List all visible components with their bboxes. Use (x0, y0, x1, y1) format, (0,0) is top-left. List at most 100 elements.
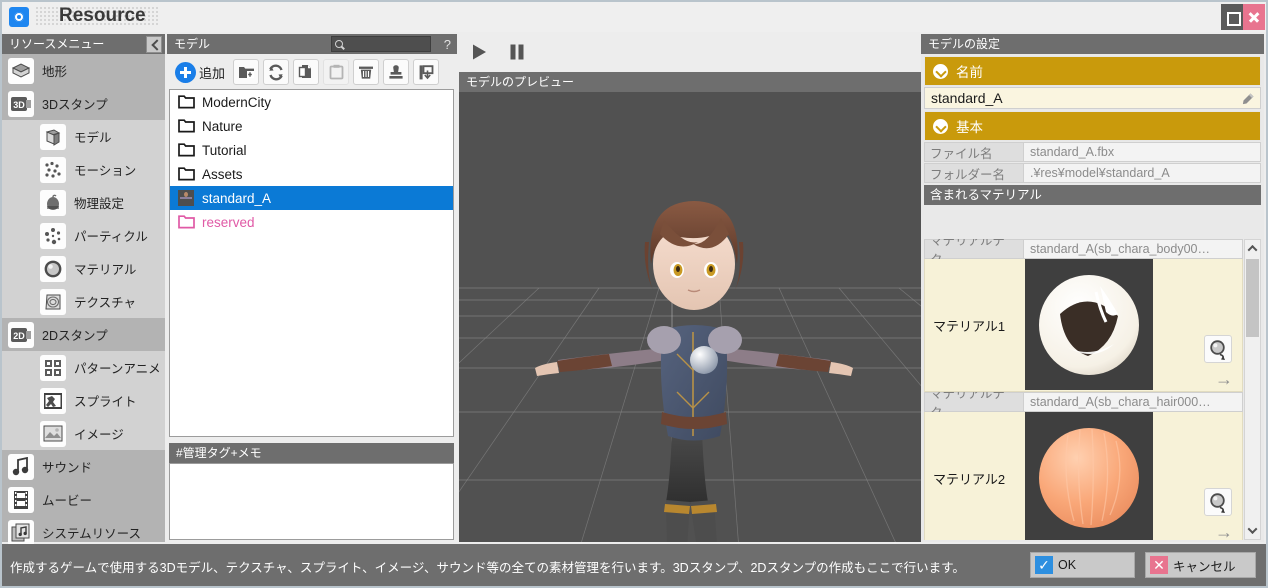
sidebar-item-12[interactable]: サウンド (2, 450, 165, 483)
list-item-label: standard_A (202, 191, 271, 206)
sidebar-item-1[interactable]: 3D 3Dスタンプ (2, 87, 165, 120)
sidebar-item-11[interactable]: イメージ (2, 417, 165, 450)
list-item[interactable]: Tutorial (170, 138, 453, 162)
materials-list: マテリアルテク…standard_A(sb_chara_body00…マテリアル… (924, 239, 1243, 540)
sidebar-item-2[interactable]: モデル (2, 120, 165, 153)
sidebar-item-10[interactable]: スプライト (2, 384, 165, 417)
list-item-label: Tutorial (202, 143, 247, 158)
resource-sidebar: リソースメニュー 地形 3D 3Dスタンプモデルモーション物理設定パーティクルマテリ… (2, 34, 165, 542)
model-settings-panel: モデルの設定 名前 standard_A 基本 ファイル名 standard_A… (921, 34, 1264, 542)
material-preview[interactable] (1025, 259, 1153, 390)
copy-button[interactable] (293, 59, 319, 85)
sidebar-header: リソースメニュー (2, 34, 165, 54)
model-name-input[interactable]: standard_A (924, 87, 1261, 109)
new-folder-button[interactable] (233, 59, 259, 85)
help-button[interactable]: ? (444, 35, 451, 54)
folder-icon (178, 166, 195, 181)
texture-icon (40, 289, 66, 315)
preview-controls (469, 42, 527, 65)
sidebar-item-label: 3Dスタンプ (42, 94, 108, 113)
list-item[interactable]: standard_A (170, 186, 453, 210)
scroll-up-arrow-icon[interactable] (1245, 240, 1260, 257)
material-texture-value: standard_A(sb_chara_body00… (1024, 239, 1243, 259)
material-preview[interactable] (1025, 412, 1153, 540)
sidebar-item-label: サウンド (42, 457, 92, 476)
sidebar-item-9[interactable]: パターンアニメ (2, 351, 165, 384)
export-button[interactable] (413, 59, 439, 85)
plus-icon (175, 62, 196, 83)
sidebar-item-7[interactable]: テクスチャ (2, 285, 165, 318)
section-basic-header[interactable]: 基本 (924, 111, 1261, 141)
model-file-list[interactable]: ModernCityNature Tutorial Assets standard_A… (169, 89, 454, 437)
folder-icon (178, 94, 195, 109)
refresh-icon (267, 64, 285, 81)
sidebar-header-label: リソースメニュー (9, 37, 104, 51)
material-icon (40, 256, 66, 282)
play-button[interactable] (469, 42, 489, 65)
list-item-label: Assets (202, 167, 243, 182)
sidebar-item-3[interactable]: モーション (2, 153, 165, 186)
scroll-down-arrow-icon[interactable] (1245, 522, 1260, 539)
pencil-icon[interactable] (1241, 92, 1255, 106)
cancel-button[interactable]: ✕ キャンセル (1145, 552, 1256, 578)
sidebar-item-5[interactable]: パーティクル (2, 219, 165, 252)
materials-area: マテリアルテク…standard_A(sb_chara_body00…マテリアル… (924, 239, 1261, 540)
preview-header: モデルのプレビュー (459, 72, 921, 92)
search-input[interactable] (331, 36, 431, 52)
chevron-left-icon[interactable] (146, 36, 162, 53)
folder-icon (178, 118, 195, 133)
check-icon: ✓ (1035, 556, 1053, 574)
section-name-header[interactable]: 名前 (924, 56, 1261, 86)
model-thumbnail-icon (178, 190, 194, 206)
arrow-right-icon[interactable]: → (1215, 372, 1233, 386)
paste-button[interactable] (323, 59, 349, 85)
materials-scrollbar[interactable] (1244, 239, 1261, 540)
status-message: 作成するゲームで使用する3Dモデル、テクスチャ、スプライト、イメージ、サウンド等… (10, 557, 965, 576)
list-item[interactable]: Assets (170, 162, 453, 186)
pause-button[interactable] (507, 42, 527, 65)
maximize-button[interactable] (1221, 4, 1243, 30)
chevron-down-icon (933, 64, 948, 79)
add-button[interactable]: 追加 (173, 59, 229, 85)
foldername-row: フォルダー名 .¥res¥model¥standard_A (924, 163, 1261, 183)
sidebar-item-list: 地形 3D 3Dスタンプモデルモーション物理設定パーティクルマテリアルテクスチャ2D… (2, 54, 165, 542)
stamp-button[interactable] (383, 59, 409, 85)
scrollbar-thumb[interactable] (1246, 259, 1259, 337)
close-button[interactable] (1243, 4, 1265, 30)
export-flag-icon (418, 64, 435, 81)
list-toolbar: 追加 (169, 56, 457, 88)
chevron-down-icon (933, 119, 948, 134)
delete-button[interactable] (353, 59, 379, 85)
arrow-right-icon[interactable]: → (1215, 525, 1233, 539)
sidebar-item-label: システムリソース (42, 523, 141, 542)
copy-icon (298, 64, 314, 80)
folder-plus-icon (238, 64, 255, 80)
materials-header: 含まれるマテリアル (924, 185, 1261, 205)
sidebar-item-0[interactable]: 地形 (2, 54, 165, 87)
motion-icon (40, 157, 66, 183)
sidebar-item-13[interactable]: ムービー (2, 483, 165, 516)
filename-row: ファイル名 standard_A.fbx (924, 142, 1261, 162)
list-item[interactable]: ModernCity (170, 90, 453, 114)
material-sphere-icon[interactable] (1204, 488, 1232, 516)
material-texture-key: マテリアルテク… (924, 392, 1024, 412)
particle-icon (40, 223, 66, 249)
list-item[interactable]: reserved (170, 210, 453, 234)
terrain-icon (8, 58, 34, 84)
section-name-label: 名前 (956, 61, 983, 81)
material-row: マテリアル1→ (924, 259, 1243, 392)
3d-viewport[interactable] (459, 92, 921, 542)
material-texture-key: マテリアルテク… (924, 239, 1024, 259)
sidebar-item-6[interactable]: マテリアル (2, 252, 165, 285)
list-item[interactable]: Nature (170, 114, 453, 138)
reload-button[interactable] (263, 59, 289, 85)
material-sphere-icon[interactable] (1204, 335, 1232, 363)
memo-input[interactable] (169, 463, 454, 540)
memo-header-label: #管理タグ+メモ (176, 446, 262, 460)
ok-button[interactable]: ✓ OK (1030, 552, 1135, 578)
material-actions: → (1153, 412, 1242, 540)
sidebar-item-4[interactable]: 物理設定 (2, 186, 165, 219)
sidebar-item-label: スプライト (74, 391, 137, 410)
3d-stamp-icon: 3D (8, 91, 34, 117)
sidebar-item-8[interactable]: 2D2Dスタンプ (2, 318, 165, 351)
